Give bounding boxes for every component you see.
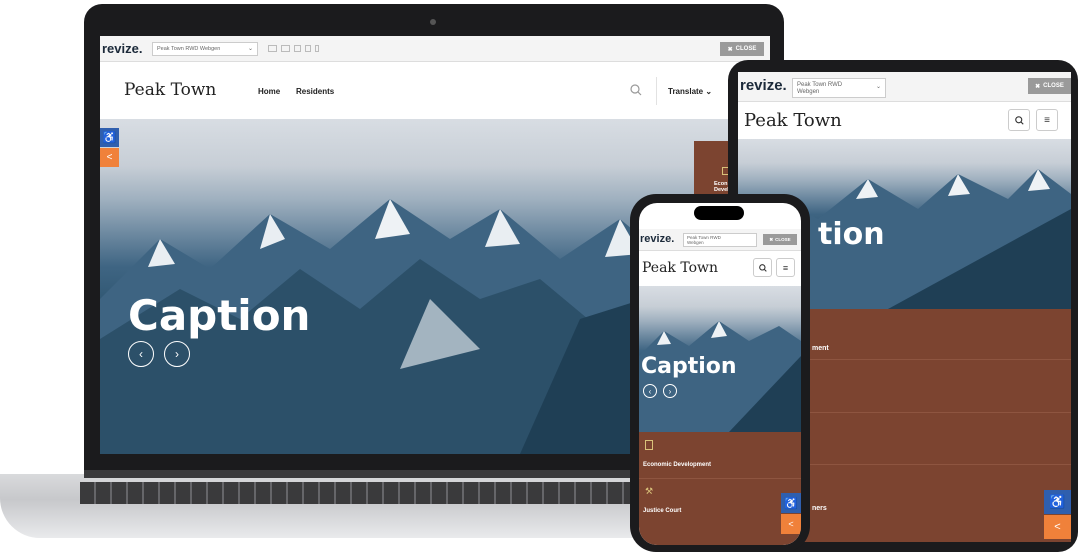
tablet-editor-bar: revize. Peak Town RWD Webgen ⌄ ✖ CLOSE [738,72,1071,102]
quicklink-label-partial[interactable]: ment [812,345,829,352]
nav-home[interactable]: Home [258,87,280,96]
laptop-camera [430,19,436,25]
accessibility-button[interactable]: ♿ [781,493,801,513]
site-select[interactable]: Peak Town RWD Webgen ⌄ [152,42,258,56]
editor-bar: revize. Peak Town RWD Webgen ⌄ ✖ CLOSE [100,36,770,62]
phone-quicklinks: Economic Development ⚒ Justice Court [639,432,801,545]
accessibility-button[interactable]: ♿ [100,128,119,147]
site-select-value: Peak Town RWD Webgen [687,235,721,245]
hero-caption: Caption [641,354,737,379]
search-icon [758,263,767,272]
quicklink-divider [808,464,1071,465]
carousel-next-button[interactable]: › [663,384,677,398]
search-button[interactable] [753,258,772,277]
site-header: Peak Town Home Residents Translate ⌄ [100,63,770,119]
site-title[interactable]: Peak Town [642,260,718,276]
revize-logo: revize. [740,77,787,94]
share-icon: < [1054,521,1061,533]
phone-editor-bar: revize. Peak Town RWD Webgen ✖ CLOSE [639,229,801,251]
accessibility-icon: ♿ [102,132,117,144]
close-icon: ✖ [769,236,774,242]
nav-residents[interactable]: Residents [296,87,334,96]
carousel-prev-button[interactable]: ‹ [128,341,154,367]
chevron-down-icon: ⌄ [705,87,713,96]
carousel-prev-button[interactable]: ‹ [643,384,657,398]
chevron-right-icon: › [175,347,179,361]
phone-screen: revize. Peak Town RWD Webgen ✖ CLOSE Pea… [639,203,801,545]
chevron-right-icon: › [668,386,672,396]
quicklink-justice-court[interactable]: Justice Court [643,508,681,514]
close-label: CLOSE [1043,83,1064,89]
accessibility-icon: ♿ [1049,494,1066,509]
chevron-left-icon: ‹ [648,386,652,396]
chevron-left-icon: ‹ [139,347,143,361]
site-select-value: Peak Town RWD Webgen [797,82,843,95]
search-icon [1014,115,1024,125]
building-icon [645,440,653,450]
revize-logo: revize. [102,41,143,56]
quicklink-label-partial[interactable]: ners [812,505,827,512]
accessibility-icon: ♿ [784,497,798,510]
translate-dropdown[interactable]: Translate ⌄ [668,87,712,96]
quicklink-economic-development[interactable]: Economic Development [643,462,711,468]
revize-logo: revize. [640,233,675,245]
translate-label: Translate [668,87,704,96]
search-button[interactable] [1008,109,1030,131]
site-select-value: Peak Town RWD Webgen [157,46,221,52]
close-icon: ✖ [727,46,733,53]
site-select[interactable]: Peak Town RWD Webgen ⌄ [792,78,886,98]
laptop-keyboard [80,482,640,504]
close-button[interactable]: ✖ CLOSE [763,234,797,245]
share-button[interactable]: < [100,148,119,167]
quicklink-divider [808,412,1071,413]
tablet-site-header: Peak Town ≡ [738,103,1071,139]
accessibility-button[interactable]: ♿ [1044,490,1071,514]
menu-button[interactable]: ≡ [1036,109,1058,131]
header-divider [656,77,657,105]
close-label: CLOSE [735,46,757,52]
site-title[interactable]: Peak Town [744,110,842,131]
share-icon: < [106,152,113,163]
close-icon: ✖ [1035,83,1041,90]
site-title[interactable]: Peak Town [124,80,216,100]
device-preview-icons[interactable] [268,45,328,53]
menu-button[interactable]: ≡ [776,258,795,277]
site-select[interactable]: Peak Town RWD Webgen [683,233,757,247]
quicklink-divider [808,359,1071,360]
close-button[interactable]: ✖ CLOSE [1028,78,1071,94]
carousel-next-button[interactable]: › [164,341,190,367]
share-button[interactable]: < [1044,515,1071,539]
share-button[interactable]: < [781,514,801,534]
hero-caption: Caption [128,291,311,340]
hamburger-icon: ≡ [782,262,789,273]
phone-notch [694,206,744,220]
phone-site-header: Peak Town ≡ [639,252,801,286]
gavel-icon: ⚒ [645,486,654,496]
chevron-down-icon: ⌄ [875,84,881,90]
hero-caption-partial: tion [818,217,885,252]
quicklink-divider [639,478,801,479]
close-button[interactable]: ✖ CLOSE [720,42,764,56]
hamburger-icon: ≡ [1044,114,1050,126]
phone-hero-image: Caption ‹ › [639,286,801,432]
search-icon[interactable] [630,83,642,96]
close-label: CLOSE [775,237,791,242]
share-icon: < [788,519,794,529]
chevron-down-icon: ⌄ [247,46,253,52]
